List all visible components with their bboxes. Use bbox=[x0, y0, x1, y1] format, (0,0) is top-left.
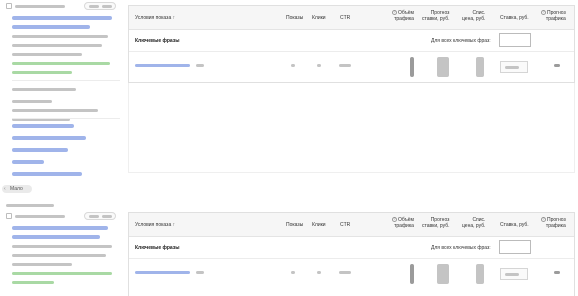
for-all-phrases-label: Для всех ключевых фраз: bbox=[431, 245, 491, 251]
ad-group-block-1: Условия показа ↑ Показы Клики CTR ? Объём… bbox=[0, 0, 578, 200]
col-traffic-volume[interactable]: ? Объём трафика bbox=[392, 10, 414, 22]
ad-extra-info bbox=[12, 80, 120, 123]
bid-input[interactable] bbox=[500, 268, 528, 280]
for-all-phrases-label: Для всех ключевых фраз: bbox=[431, 38, 491, 44]
col-bid[interactable]: Ставка, руб. bbox=[500, 222, 529, 228]
ad-action-links bbox=[12, 118, 120, 178]
help-icon[interactable]: ? bbox=[541, 10, 546, 15]
checkbox-icon[interactable] bbox=[6, 213, 12, 219]
col-charged-price[interactable]: Спис. цена, руб. bbox=[462, 217, 485, 229]
keyphrase-link[interactable] bbox=[135, 271, 190, 274]
col-conditions[interactable]: Условия показа ↑ bbox=[135, 15, 175, 21]
col-forecast-traffic[interactable]: ? Прогноз трафика bbox=[541, 217, 566, 229]
col-traffic-volume[interactable]: ? Объём трафика bbox=[392, 217, 414, 229]
ad-status-pill[interactable] bbox=[84, 212, 116, 220]
col-shows[interactable]: Показы bbox=[286, 222, 303, 228]
keyphrases-row: Ключевые фразы Для всех ключевых фраз: bbox=[129, 237, 574, 259]
chevron-left-icon: ‹ bbox=[4, 186, 6, 192]
ad-status-pill[interactable] bbox=[84, 2, 116, 10]
help-icon[interactable]: ? bbox=[541, 217, 546, 222]
col-conditions[interactable]: Условия показа ↑ bbox=[135, 222, 175, 228]
ad-action-link[interactable] bbox=[12, 148, 68, 152]
ad-action-link[interactable] bbox=[12, 124, 74, 128]
col-clicks[interactable]: Клики bbox=[312, 15, 326, 21]
ad-group-block-2: Условия показа ↑ Показы Клики CTR ? Объём… bbox=[0, 200, 578, 296]
ad-action-link[interactable] bbox=[12, 160, 44, 164]
table-row bbox=[129, 54, 574, 80]
ad-card bbox=[6, 2, 120, 176]
bid-all-input[interactable] bbox=[499, 240, 531, 254]
ad-id-text bbox=[15, 5, 65, 8]
col-shows[interactable]: Показы bbox=[286, 15, 303, 21]
keyphrases-label: Ключевые фразы bbox=[135, 38, 180, 44]
ad-title-link[interactable] bbox=[12, 226, 108, 230]
col-forecast-traffic[interactable]: ? Прогноз трафика bbox=[541, 10, 566, 22]
ad-preview bbox=[12, 226, 120, 289]
col-ctr[interactable]: CTR bbox=[340, 15, 350, 21]
keyphrases-row: Ключевые фразы Для всех ключевых фраз: bbox=[129, 30, 574, 52]
keyphrases-label: Ключевые фразы bbox=[135, 245, 180, 251]
ad-id-text bbox=[15, 215, 65, 218]
keyphrases-table: Условия показа ↑ Показы Клики CTR ? Объём… bbox=[128, 212, 575, 296]
bid-all-input[interactable] bbox=[499, 33, 531, 47]
ad-preview bbox=[12, 16, 120, 79]
table-empty-area bbox=[128, 83, 575, 173]
col-charged-price[interactable]: Спис. цена, руб. bbox=[462, 10, 485, 22]
help-icon[interactable]: ? bbox=[392, 217, 397, 222]
ad-action-link[interactable] bbox=[12, 136, 86, 140]
table-row bbox=[129, 261, 574, 287]
col-forecast-bid[interactable]: Прогноз ставки, руб. bbox=[422, 217, 449, 229]
ad-card bbox=[6, 204, 118, 296]
checkbox-icon[interactable] bbox=[6, 3, 12, 9]
table-header: Условия показа ↑ Показы Клики CTR ? Объём… bbox=[129, 213, 574, 237]
keyphrases-table: Условия показа ↑ Показы Клики CTR ? Объём… bbox=[128, 5, 575, 83]
col-ctr[interactable]: CTR bbox=[340, 222, 350, 228]
bid-input[interactable] bbox=[500, 61, 528, 73]
table-header: Условия показа ↑ Показы Клики CTR ? Объём… bbox=[129, 6, 574, 30]
col-clicks[interactable]: Клики bbox=[312, 222, 326, 228]
group-name-text bbox=[6, 204, 54, 207]
ad-action-link[interactable] bbox=[12, 172, 82, 176]
keyphrase-link[interactable] bbox=[135, 64, 190, 67]
ad-title-link[interactable] bbox=[12, 16, 112, 20]
less-button[interactable]: ‹ Мало bbox=[2, 185, 32, 193]
help-icon[interactable]: ? bbox=[392, 10, 397, 15]
col-bid[interactable]: Ставка, руб. bbox=[500, 15, 529, 21]
col-forecast-bid[interactable]: Прогноз ставки, руб. bbox=[422, 10, 449, 22]
